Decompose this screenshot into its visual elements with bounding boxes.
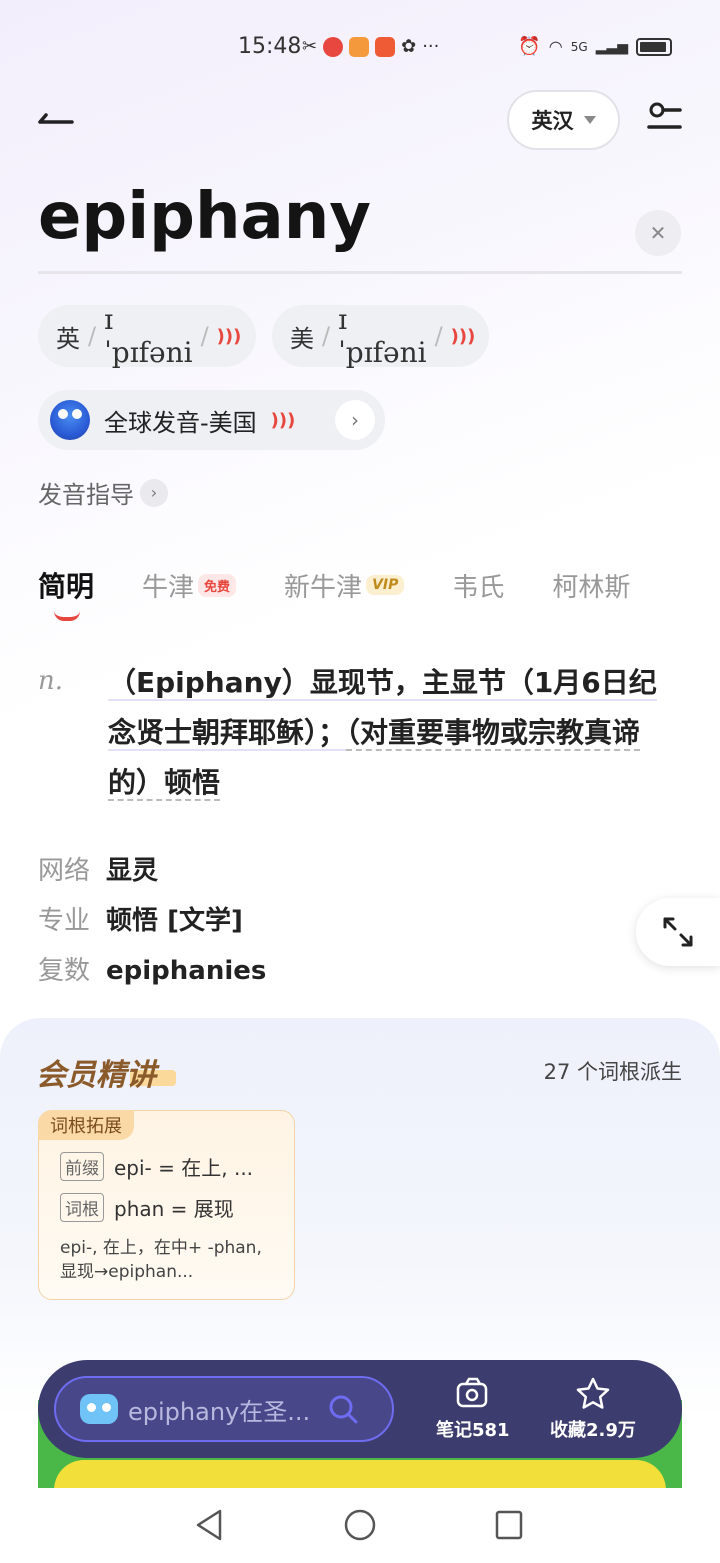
root-text: phan = 展现 (114, 1197, 234, 1221)
ipa-slash: / (322, 322, 331, 350)
uk-pronunciation[interactable]: 英 / ɪˈpɪfəni / ))) (38, 303, 256, 369)
mascot-avatar-icon (50, 400, 90, 440)
notes-label: 笔记581 (436, 1420, 510, 1441)
ai-search-input[interactable]: epiphany在圣... (54, 1376, 394, 1442)
meta-row-plural: 复数 epiphanies (38, 950, 266, 987)
search-placeholder: epiphany在圣... (128, 1397, 311, 1426)
dictionary-tabs: 简明 牛津 免费 新牛津 VIP 韦氏 柯林斯 (38, 565, 630, 621)
divider (38, 271, 682, 274)
root-card-tag: 词根拓展 (38, 1110, 134, 1140)
tab-oxford[interactable]: 牛津 免费 (142, 567, 237, 604)
tab-label: 牛津 (142, 572, 195, 603)
meta-value: 显灵 (106, 856, 159, 886)
root-count-link[interactable]: 27 个词根派生 (544, 1056, 682, 1086)
meta-key: 专业 (38, 906, 91, 936)
nav-recent-apps-icon[interactable] (495, 1510, 523, 1540)
headword: epiphany (38, 180, 371, 254)
expand-icon (663, 917, 693, 947)
status-time: 15:48 (238, 34, 302, 59)
member-title: 会员精讲 (36, 1058, 156, 1093)
speaker-icon[interactable]: ))) (271, 410, 296, 431)
chevron-right-icon[interactable]: › (335, 400, 375, 440)
promo-banner-inner (54, 1460, 666, 1488)
call-missed-icon: ✂ (302, 36, 318, 57)
favorite-button[interactable]: 收藏2.9万 (550, 1376, 636, 1442)
meta-row-professional: 专业 顿悟 [文学] (38, 900, 243, 937)
tab-label: 新牛津 (284, 572, 363, 603)
chevron-right-icon: › (140, 478, 168, 507)
nav-home-icon[interactable] (343, 1508, 377, 1542)
region-label: 美 (290, 324, 314, 353)
more-notifications: ··· (422, 36, 440, 57)
app-notification-icon (349, 36, 370, 57)
search-icon (329, 1395, 358, 1424)
wechat-icon: ✿ (401, 36, 417, 57)
meta-row-web: 网络 显灵 (38, 850, 158, 887)
app-notification-icon (375, 36, 396, 57)
wifi-icon: ◠ (548, 37, 563, 56)
meta-value[interactable]: epiphanies (106, 956, 266, 986)
language-label: 英汉 (531, 109, 574, 133)
settings-sliders-icon[interactable] (646, 100, 682, 136)
tab-new-oxford[interactable]: 新牛津 VIP (284, 567, 405, 604)
tab-label: 简明 (38, 570, 95, 603)
active-tab-indicator (54, 611, 80, 621)
star-icon (576, 1377, 610, 1409)
guide-label: 发音指导 (38, 481, 134, 509)
tab-webster[interactable]: 韦氏 (452, 567, 504, 604)
tab-collins[interactable]: 柯林斯 (552, 567, 630, 604)
prefix-tag: 前缀 (60, 1152, 104, 1181)
meta-key: 复数 (38, 956, 91, 986)
caret-down-icon (583, 116, 596, 124)
speaker-icon[interactable]: ))) (451, 326, 476, 347)
notes-button[interactable]: 笔记581 (436, 1376, 510, 1442)
status-notification-icons: ✂ ✿ ··· (302, 36, 439, 57)
ipa-slash: / (434, 322, 443, 350)
definition-text: （Epiphany）显现节，主显节（1月6日纪念贤士朝拜耶稣）；（对重要事物或宗… (108, 658, 668, 808)
part-of-speech: n. (38, 666, 64, 696)
prefix-text: epi- = 在上, ... (114, 1156, 254, 1180)
meta-value: 顿悟 [文学] (106, 906, 243, 936)
meta-key: 网络 (38, 856, 91, 886)
pronunciation-guide-link[interactable]: 发音指导 › (38, 475, 168, 510)
status-system-icons: ⏰ ◠ 5G ▂▃▅ (518, 36, 672, 57)
tab-label: 韦氏 (452, 572, 505, 603)
back-arrow-icon[interactable] (36, 104, 76, 134)
alarm-icon: ⏰ (518, 36, 541, 57)
region-label: 英 (56, 324, 80, 353)
bottom-action-bar: epiphany在圣... 笔记581 收藏2.9万 (38, 1360, 682, 1458)
speaker-icon[interactable]: ))) (217, 326, 242, 347)
ai-bot-icon (80, 1394, 118, 1424)
language-selector[interactable]: 英汉 (507, 90, 620, 150)
us-pronunciation[interactable]: 美 / ɪˈpɪfəni / ))) (272, 303, 489, 369)
global-pron-label: 全球发音-美国 (104, 408, 257, 437)
close-icon: ✕ (649, 221, 667, 245)
favorites-label: 收藏2.9万 (550, 1420, 636, 1441)
signal-icon: ▂▃▅ (595, 38, 628, 55)
camera-note-icon (456, 1377, 488, 1408)
tab-label: 柯林斯 (552, 572, 631, 603)
ipa-text: ɪˈpɪfəni (338, 303, 427, 369)
ipa-text: ɪˈpɪfəni (104, 303, 193, 369)
vip-badge: VIP (366, 575, 405, 595)
tab-concise[interactable]: 简明 (38, 565, 95, 621)
free-badge: 免费 (198, 573, 237, 597)
root-tag: 词根 (60, 1193, 104, 1222)
battery-icon (636, 37, 672, 56)
expand-button[interactable] (636, 898, 720, 966)
global-pronunciation[interactable]: 全球发音-美国 ))) › (38, 390, 385, 450)
clear-button[interactable]: ✕ (635, 210, 681, 256)
prefix-line: 前缀 epi- = 在上, ... (60, 1152, 253, 1181)
root-line: 词根 phan = 展现 (60, 1193, 234, 1222)
nav-back-icon[interactable] (194, 1508, 224, 1542)
ipa-slash: / (200, 322, 209, 350)
network-label: 5G (570, 39, 588, 54)
root-description: epi-, 在上，在中+ -phan, 显现→epiphan... (60, 1238, 262, 1282)
app-notification-icon (323, 36, 344, 57)
ipa-slash: / (88, 322, 97, 350)
